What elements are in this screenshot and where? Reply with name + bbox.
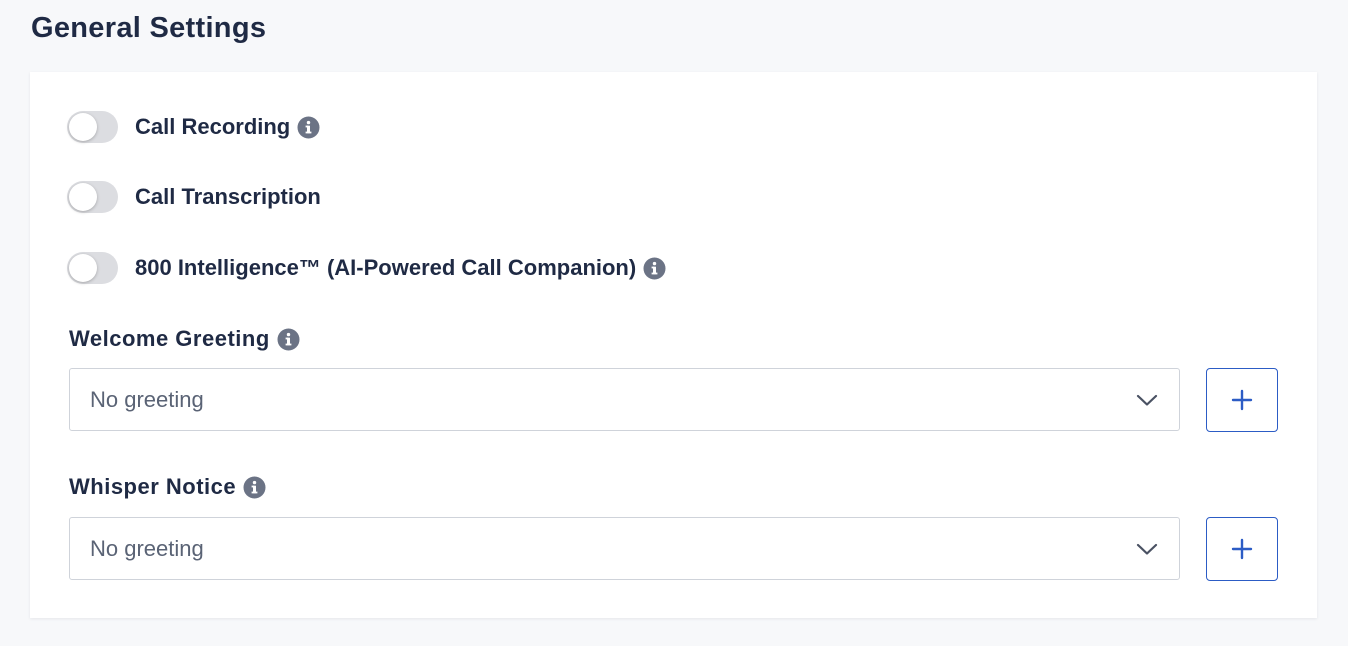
plus-icon xyxy=(1231,538,1253,560)
add-welcome-greeting-button[interactable] xyxy=(1206,368,1278,432)
whisper-notice-label: Whisper Notice xyxy=(69,474,237,499)
ai-companion-row: 800 Intelligence™ (AI-Powered Call Compa… xyxy=(67,252,666,284)
ai-companion-toggle[interactable] xyxy=(67,252,118,284)
info-icon[interactable] xyxy=(277,328,300,351)
call-transcription-toggle[interactable] xyxy=(67,181,118,213)
welcome-greeting-heading: Welcome Greeting xyxy=(69,324,300,354)
call-transcription-row: Call Transcription xyxy=(67,181,321,213)
whisper-notice-heading: Whisper Notice xyxy=(69,472,266,502)
welcome-greeting-select[interactable]: No greeting xyxy=(69,368,1180,431)
call-recording-toggle[interactable] xyxy=(67,111,118,143)
call-recording-label: Call Recording xyxy=(135,114,291,139)
call-recording-row: Call Recording xyxy=(67,111,320,143)
call-transcription-label: Call Transcription xyxy=(135,184,321,209)
info-icon[interactable] xyxy=(243,476,266,499)
page-title: General Settings xyxy=(31,12,267,44)
toggle-knob xyxy=(69,254,97,282)
whisper-notice-value: No greeting xyxy=(90,535,204,561)
toggle-knob xyxy=(69,113,97,141)
chevron-down-icon xyxy=(1136,543,1158,555)
toggle-knob xyxy=(69,183,97,211)
chevron-down-icon xyxy=(1136,394,1158,406)
welcome-greeting-label: Welcome Greeting xyxy=(69,326,270,351)
info-icon[interactable] xyxy=(297,116,320,139)
general-settings-card: Call Recording Call Transcription 800 In… xyxy=(30,72,1317,618)
ai-companion-label: 800 Intelligence™ (AI-Powered Call Compa… xyxy=(135,255,637,280)
add-whisper-notice-button[interactable] xyxy=(1206,517,1278,581)
welcome-greeting-value: No greeting xyxy=(90,386,204,412)
plus-icon xyxy=(1231,389,1253,411)
info-icon[interactable] xyxy=(643,257,666,280)
whisper-notice-select[interactable]: No greeting xyxy=(69,517,1180,580)
